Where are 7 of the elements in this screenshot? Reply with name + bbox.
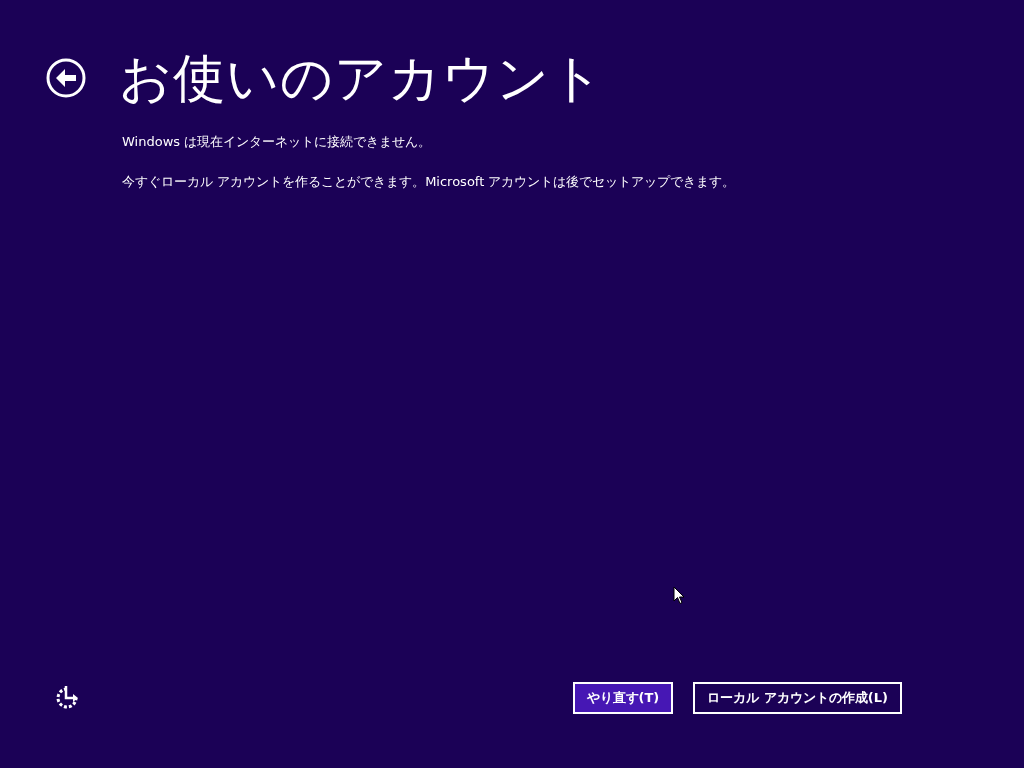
create-account-button[interactable]: ローカル アカウントの作成(L) [693,682,902,714]
message-text: 今すぐローカル アカウントを作ることができます。Microsoft アカウントは後でセットアップできます。 [122,173,737,191]
accessibility-icon[interactable] [54,685,80,711]
page-title: お使いのアカウント [119,48,604,108]
message-text: Windows は現在インターネットに接続できません。 [122,133,433,151]
retry-button[interactable]: やり直す(T) [572,682,674,714]
mouse-pointer-icon [673,586,685,605]
